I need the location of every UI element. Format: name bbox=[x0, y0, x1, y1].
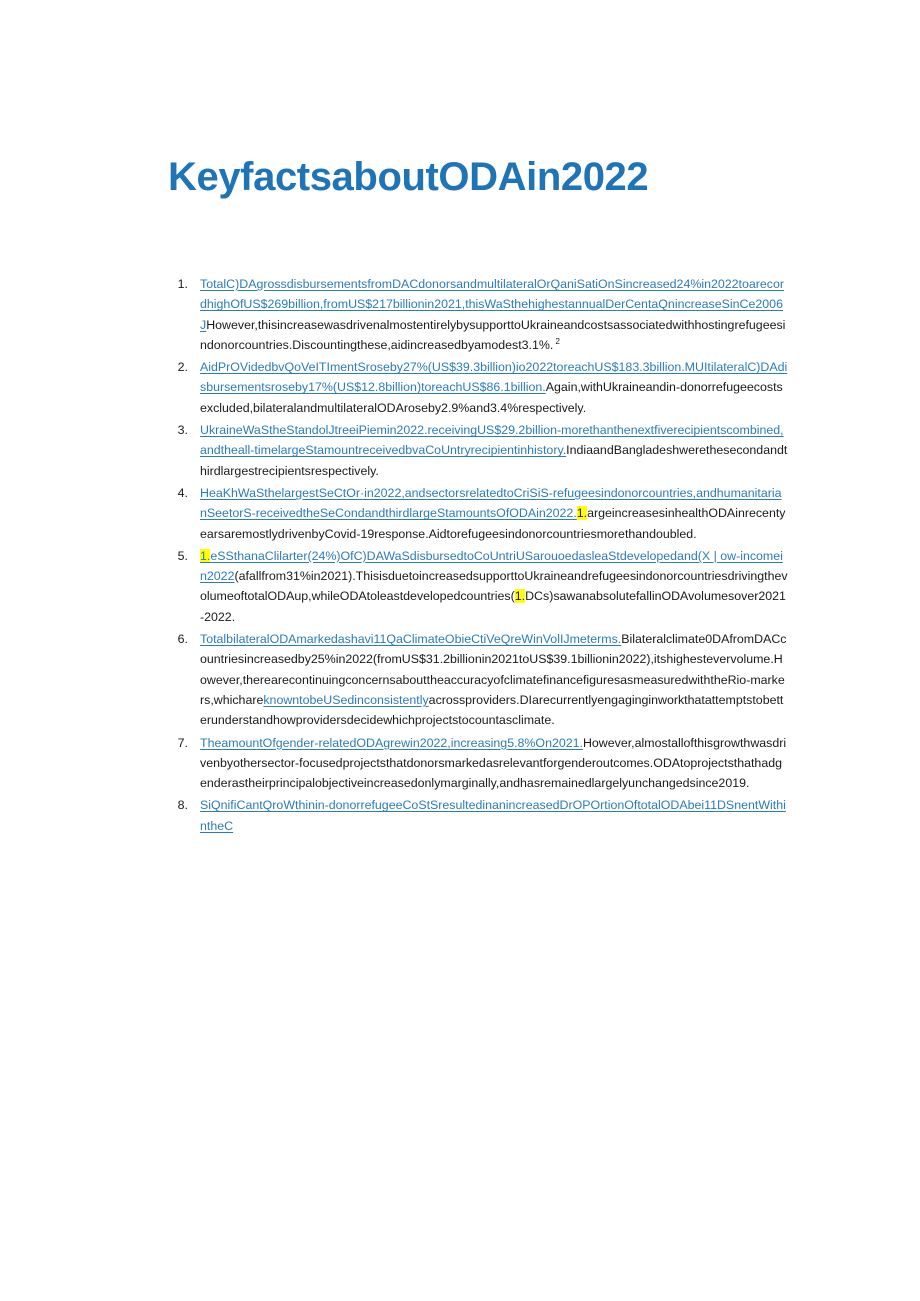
fact-inline-link-6[interactable]: knowntobeUSedinconsistently bbox=[263, 693, 428, 707]
list-item: 1. TotalC)DAgrossdisbursementsfromDACdon… bbox=[168, 274, 788, 355]
list-item-body: TotalC)DAgrossdisbursementsfromDACdonors… bbox=[200, 274, 788, 355]
list-marker: 8. bbox=[177, 798, 188, 813]
highlighted-link-lead-5[interactable]: 1. bbox=[200, 548, 211, 563]
list-item-body: HeaKhWaSthelargestSeCtOr·in2022,andsecto… bbox=[200, 483, 788, 544]
list-item: 5. 1.eSSthanaClilarter(24%)OfC)DAWaSdisb… bbox=[168, 546, 788, 627]
list-item-body: TotalbilateralODAmarkedashavi11QaClimate… bbox=[200, 629, 788, 730]
highlighted-text-4: 1. bbox=[576, 506, 588, 521]
list-marker: 3. bbox=[177, 423, 188, 438]
document-page: KeyfactsaboutODAin2022 1. TotalC)DAgross… bbox=[0, 0, 920, 1301]
list-item-body: UkraineWaStheStandolJtreeiPiemin2022.rec… bbox=[200, 420, 788, 481]
list-item: 4. HeaKhWaSthelargestSeCtOr·in2022,andse… bbox=[168, 483, 788, 544]
list-item-body: TheamountOfgender-relatedODAgrewin2022,i… bbox=[200, 733, 788, 794]
fact-link-8[interactable]: SiQnifiCantQroWthinin-donorrefugeeCoStSr… bbox=[200, 798, 786, 832]
list-marker: 4. bbox=[177, 485, 188, 500]
highlighted-text-5: 1. bbox=[514, 589, 526, 604]
fact-link-7[interactable]: TheamountOfgender-relatedODAgrewin2022,i… bbox=[200, 736, 583, 750]
footnote-ref-1: 2 bbox=[555, 336, 560, 346]
list-item-body: 1.eSSthanaClilarter(24%)OfC)DAWaSdisburs… bbox=[200, 546, 788, 627]
list-item: 6. TotalbilateralODAmarkedashavi11QaClim… bbox=[168, 629, 788, 730]
fact-text-1: However,thisincreasewasdrivenalmostentir… bbox=[200, 317, 786, 352]
list-item-body: SiQnifiCantQroWthinin-donorrefugeeCoStSr… bbox=[200, 795, 788, 836]
list-item: 8. SiQnifiCantQroWthinin-donorrefugeeCoS… bbox=[168, 795, 788, 836]
list-item: 2. AidPrOVidedbvQoVeITImentSroseby27%(US… bbox=[168, 357, 788, 418]
list-marker: 1. bbox=[177, 277, 188, 291]
list-marker: 2. bbox=[177, 360, 188, 375]
page-title: KeyfactsaboutODAin2022 bbox=[168, 154, 649, 199]
list-item: 3. UkraineWaStheStandolJtreeiPiemin2022.… bbox=[168, 420, 788, 481]
list-item: 7. TheamountOfgender-relatedODAgrewin202… bbox=[168, 733, 788, 794]
fact-link-6[interactable]: TotalbilateralODAmarkedashavi11QaClimate… bbox=[200, 632, 621, 646]
list-marker: 5. bbox=[177, 548, 188, 563]
key-facts-list: 1. TotalC)DAgrossdisbursementsfromDACdon… bbox=[168, 274, 788, 838]
list-marker: 6. bbox=[177, 632, 188, 647]
list-marker: 7. bbox=[177, 735, 188, 750]
list-item-body: AidPrOVidedbvQoVeITImentSroseby27%(US$39… bbox=[200, 357, 788, 418]
